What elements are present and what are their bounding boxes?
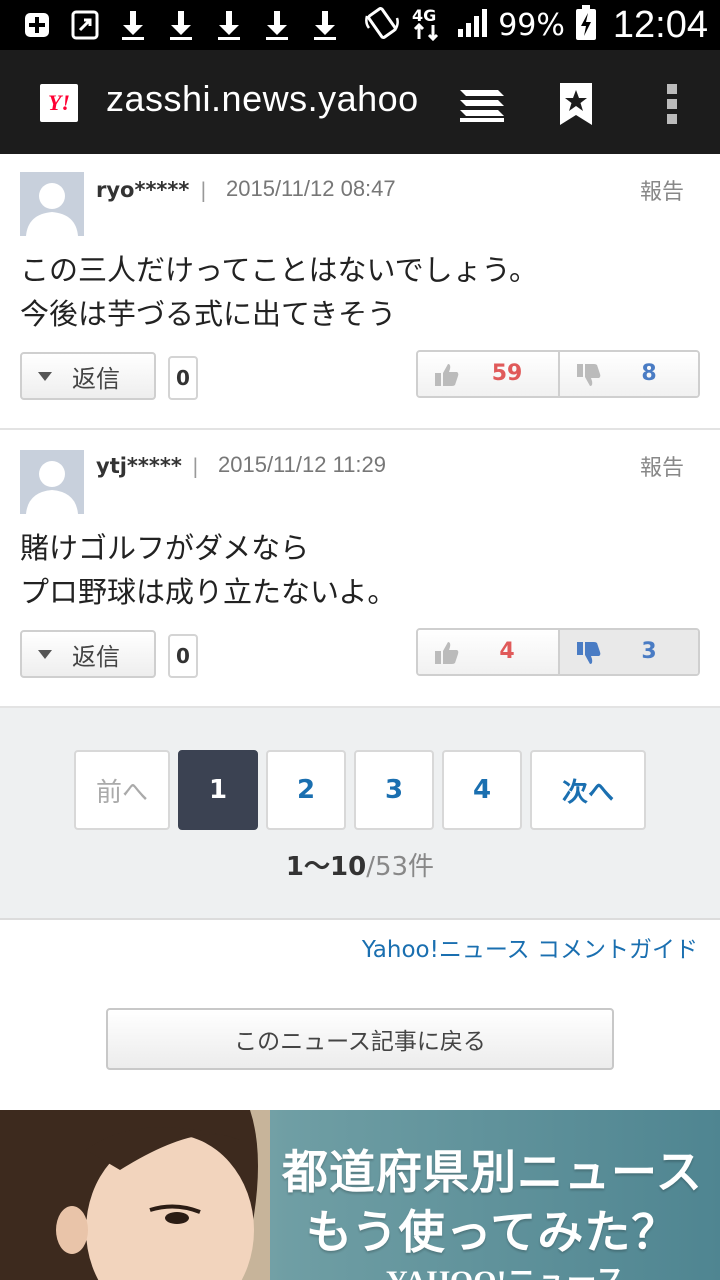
thumbs-down-button[interactable]: 8 [558, 352, 698, 396]
nfc-icon [70, 8, 100, 42]
download-icon [262, 8, 292, 42]
battery-charging-icon [575, 5, 597, 45]
download-icon [310, 8, 340, 42]
page-button-3[interactable]: 3 [354, 750, 434, 830]
download-icon [166, 8, 196, 42]
comment-username[interactable]: ryo***** [96, 178, 189, 202]
comment-username[interactable]: ytj***** [96, 454, 182, 478]
thumbs-up-button[interactable]: 4 [418, 630, 558, 674]
vibrate-icon [364, 6, 400, 44]
reply-label: 返信 [72, 642, 120, 671]
download-icon [118, 8, 148, 42]
bookmark-icon[interactable] [550, 78, 602, 130]
url-bar[interactable]: zasshi.news.yahoo [106, 78, 419, 120]
page-button-1[interactable]: 1 [178, 750, 258, 830]
page-button-2[interactable]: 2 [266, 750, 346, 830]
comment-date: 2015/11/12 08:47 [226, 176, 396, 201]
comment-item: ryo***** | 2015/11/12 08:47 報告 この三人だけってこ… [0, 154, 720, 428]
back-to-article-button[interactable]: このニュース記事に戻る [106, 1008, 614, 1070]
report-link[interactable]: 報告 [640, 174, 684, 206]
good-count: 4 [499, 639, 515, 664]
download-icon [214, 8, 244, 42]
browser-toolbar: Y! zasshi.news.yahoo [0, 50, 720, 154]
result-total: /53件 [366, 852, 435, 882]
thumbs-down-button[interactable]: 3 [558, 630, 698, 674]
vote-buttons: 59 8 [416, 350, 700, 398]
battery-percent: 99% [498, 7, 565, 43]
thumbs-up-icon [434, 640, 460, 670]
network-4g-icon: 4G [410, 5, 446, 45]
more-vert-icon[interactable] [646, 78, 698, 130]
vote-buttons: 4 3 [416, 628, 700, 676]
banner-brand: YAHOO!ニュース [386, 1256, 625, 1280]
thumbs-up-button[interactable]: 59 [418, 352, 558, 396]
page-button-4[interactable]: 4 [442, 750, 522, 830]
reply-button[interactable]: 返信 [20, 352, 156, 400]
banner-title: 都道府県別ニュース [282, 1145, 703, 1199]
comment-guide-link[interactable]: Yahoo!ニュース コメントガイド [362, 930, 698, 964]
reply-count: 0 [168, 356, 198, 400]
ad-banner[interactable]: 都道府県別ニュース もう使ってみた？ YAHOO!ニュース [0, 1110, 720, 1280]
site-favicon: Y! [40, 84, 78, 122]
clock: 12:04 [612, 3, 708, 46]
comment-text: 賭けゴルフがダメなら プロ野球は成り立たないよ。 [20, 531, 397, 609]
caret-down-icon [38, 649, 52, 659]
reply-label: 返信 [72, 364, 120, 393]
report-link[interactable]: 報告 [640, 450, 684, 482]
comment-date: 2015/11/12 11:29 [218, 452, 387, 477]
comment-text: この三人だけってことはないでしょう。 今後は芋づる式に出てきそう [20, 253, 538, 331]
next-page-button[interactable]: 次へ [530, 750, 646, 830]
bad-count: 3 [641, 639, 657, 664]
avatar [20, 450, 84, 514]
result-count: 1〜10/53件 [0, 846, 720, 883]
thumbs-up-icon [434, 362, 460, 392]
pagination: 前へ 1 2 3 4 次へ 1〜10/53件 [0, 706, 720, 920]
meta-separator: | [192, 454, 199, 478]
good-count: 59 [491, 361, 523, 386]
reply-button[interactable]: 返信 [20, 630, 156, 678]
result-range: 1〜10 [285, 852, 367, 882]
banner-photo [0, 1110, 270, 1280]
bad-count: 8 [641, 361, 657, 386]
signal-icon [456, 7, 488, 43]
caret-down-icon [38, 371, 52, 381]
tabs-icon[interactable] [456, 78, 508, 130]
thumbs-down-icon [576, 640, 602, 670]
comment-item: ytj***** | 2015/11/12 11:29 報告 賭けゴルフがダメな… [0, 430, 720, 706]
status-bar: 4G 99% 12:04 [0, 0, 720, 50]
avatar [20, 172, 84, 236]
add-box-icon [22, 8, 52, 42]
prev-page-button: 前へ [74, 750, 170, 830]
reply-count: 0 [168, 634, 198, 678]
meta-separator: | [200, 178, 207, 202]
banner-subtitle: もう使ってみた？ [306, 1205, 679, 1259]
network-label: 4G [412, 6, 436, 25]
thumbs-down-icon [576, 362, 602, 392]
